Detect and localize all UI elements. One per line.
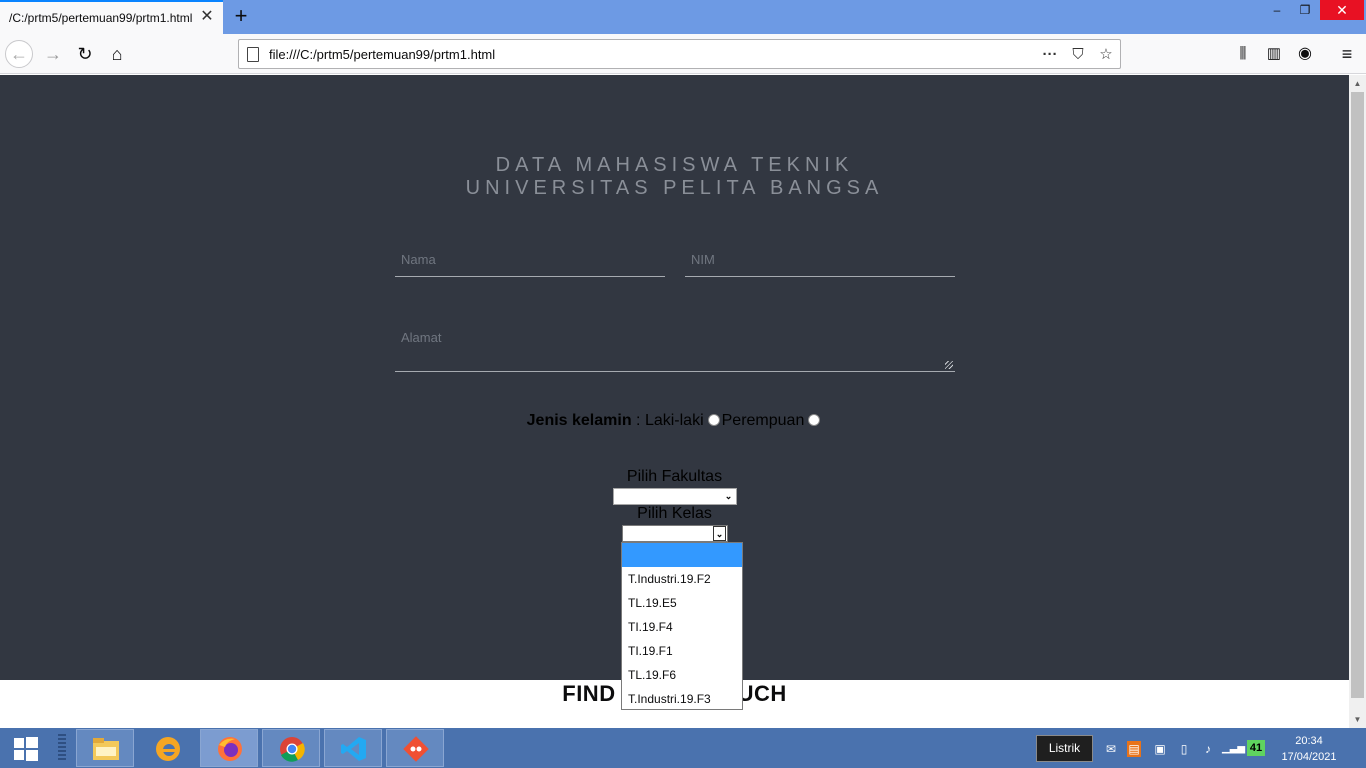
restore-icon[interactable]: ❐ bbox=[1290, 0, 1320, 20]
browser-tab[interactable]: /C:/prtm5/pertemuan99/prtm1.html ✕ bbox=[0, 0, 223, 34]
page-icon bbox=[247, 47, 259, 62]
taskbar-vscode[interactable] bbox=[324, 729, 382, 767]
task-view-grip bbox=[58, 734, 66, 762]
alamat-placeholder: Alamat bbox=[401, 330, 442, 345]
page-title: DATA MAHASISWA TEKNIK UNIVERSITAS PELITA… bbox=[0, 154, 1349, 200]
tooltip: Listrik bbox=[1036, 735, 1093, 762]
scroll-thumb[interactable] bbox=[1351, 92, 1364, 698]
dropdown-option[interactable]: T.Industri.19.F3 bbox=[622, 687, 742, 711]
windows-start-icon[interactable] bbox=[8, 736, 42, 762]
forward-arrow-icon[interactable]: → bbox=[39, 40, 67, 68]
pocket-icon[interactable]: ⛉ bbox=[1068, 45, 1088, 65]
battery-icon[interactable]: ▯ bbox=[1175, 741, 1193, 757]
reload-icon[interactable]: ↻ bbox=[71, 40, 99, 68]
nama-placeholder: Nama bbox=[401, 252, 436, 267]
chevron-down-icon: ⌄ bbox=[713, 526, 726, 541]
sidebar-icon[interactable]: ▥ bbox=[1260, 40, 1288, 68]
back-arrow-icon[interactable]: ← bbox=[5, 40, 33, 68]
git-app-icon bbox=[403, 736, 429, 762]
account-icon[interactable]: ◉ bbox=[1291, 40, 1319, 68]
dropdown-option[interactable]: TL.19.F6 bbox=[622, 663, 742, 687]
alamat-textarea[interactable]: Alamat bbox=[395, 320, 955, 372]
gender-row: Jenis kelamin : Laki-laki Perempuan bbox=[0, 412, 1349, 430]
nim-placeholder: NIM bbox=[691, 252, 715, 267]
gender-label: Jenis kelamin bbox=[526, 412, 632, 429]
minimize-icon[interactable]: – bbox=[1262, 0, 1292, 20]
taskbar-git[interactable] bbox=[386, 729, 444, 767]
footer-heading-left: FIND bbox=[562, 681, 616, 706]
kelas-select[interactable]: ⌄ bbox=[622, 525, 728, 542]
nama-input[interactable]: Nama bbox=[395, 242, 665, 277]
tab-title: /C:/prtm5/pertemuan99/prtm1.html bbox=[9, 11, 193, 25]
vscode-icon bbox=[341, 737, 366, 761]
dropdown-option[interactable]: TL.19.E5 bbox=[622, 591, 742, 615]
fakultas-label: Pilih Fakultas bbox=[626, 468, 723, 485]
scroll-up-icon[interactable]: ▲ bbox=[1349, 75, 1366, 92]
page-viewport: DATA MAHASISWA TEKNIK UNIVERSITAS PELITA… bbox=[0, 75, 1349, 728]
network-check-icon[interactable]: ✉ bbox=[1102, 741, 1120, 757]
battery-level-badge[interactable]: 41 bbox=[1247, 740, 1265, 756]
kelas-dropdown-list: T.Industri.19.F2 TL.19.E5 TI.19.F4 TI.19… bbox=[621, 542, 743, 710]
title-line-2: UNIVERSITAS PELITA BANGSA bbox=[465, 177, 884, 199]
volume-icon[interactable]: ♪ bbox=[1199, 741, 1217, 757]
menu-icon[interactable]: ≡ bbox=[1333, 40, 1361, 68]
window-close-icon[interactable]: ✕ bbox=[1320, 0, 1364, 20]
kelas-label: Pilih Kelas bbox=[637, 505, 712, 522]
chrome-icon bbox=[280, 737, 305, 762]
dropdown-option[interactable] bbox=[622, 543, 742, 567]
footer-heading-right: UCH bbox=[737, 681, 787, 706]
address-bar[interactable]: file:///C:/prtm5/pertemuan99/prtm1.html … bbox=[238, 39, 1121, 69]
clock-date: 17/04/2021 bbox=[1281, 751, 1337, 763]
gender-separator: : bbox=[631, 412, 645, 429]
radio-female[interactable] bbox=[808, 414, 821, 426]
nim-input[interactable]: NIM bbox=[685, 242, 955, 277]
edge-browser-icon bbox=[156, 737, 180, 761]
page-actions-icon[interactable]: ··· bbox=[1040, 45, 1060, 65]
signal-bars-icon[interactable]: ▁▃▅ bbox=[1222, 741, 1245, 757]
bookmark-star-icon[interactable]: ☆ bbox=[1096, 45, 1116, 65]
close-icon[interactable]: ✕ bbox=[199, 9, 215, 25]
firefox-icon bbox=[218, 737, 242, 761]
taskbar-edge[interactable] bbox=[138, 729, 196, 767]
taskbar-file-explorer[interactable] bbox=[76, 729, 134, 767]
dropdown-option[interactable]: T.Industri.19.F2 bbox=[622, 567, 742, 591]
notification-app-icon[interactable]: ▤ bbox=[1127, 741, 1141, 757]
gender-female-label: Perempuan bbox=[721, 412, 805, 429]
radio-male[interactable] bbox=[707, 414, 720, 426]
taskbar-clock[interactable]: 20:34 17/04/2021 bbox=[1276, 733, 1342, 765]
title-line-1: DATA MAHASISWA TEKNIK bbox=[495, 154, 854, 176]
dropdown-option[interactable]: TI.19.F1 bbox=[622, 639, 742, 663]
taskbar-firefox[interactable] bbox=[200, 729, 258, 767]
dropdown-option[interactable]: TI.19.F4 bbox=[622, 615, 742, 639]
library-icon[interactable]: ⫼ bbox=[1229, 40, 1257, 68]
gender-male-label: Laki-laki bbox=[644, 412, 704, 429]
navigation-toolbar: ← → ↻ ⌂ file:///C:/prtm5/pertemuan99/prt… bbox=[0, 34, 1366, 74]
vertical-scrollbar[interactable]: ▲ ▼ bbox=[1349, 75, 1366, 728]
new-tab-icon[interactable]: + bbox=[231, 5, 251, 27]
resize-grip-icon[interactable] bbox=[945, 361, 953, 369]
folder-icon bbox=[93, 738, 119, 760]
chevron-down-icon: ⌄ bbox=[724, 491, 733, 501]
display-icon[interactable]: ▣ bbox=[1151, 741, 1169, 757]
url-text[interactable]: file:///C:/prtm5/pertemuan99/prtm1.html bbox=[269, 47, 495, 62]
taskbar: ✉ ▤ ▣ ▯ ♪ ▁▃▅ bbox=[0, 728, 1366, 768]
clock-time: 20:34 bbox=[1295, 735, 1323, 747]
fakultas-select[interactable]: ⌄ bbox=[613, 488, 737, 505]
scroll-down-icon[interactable]: ▼ bbox=[1349, 711, 1366, 728]
tab-strip: /C:/prtm5/pertemuan99/prtm1.html ✕ + – ❐… bbox=[0, 0, 1366, 34]
home-icon[interactable]: ⌂ bbox=[103, 40, 131, 68]
taskbar-chrome[interactable] bbox=[262, 729, 320, 767]
